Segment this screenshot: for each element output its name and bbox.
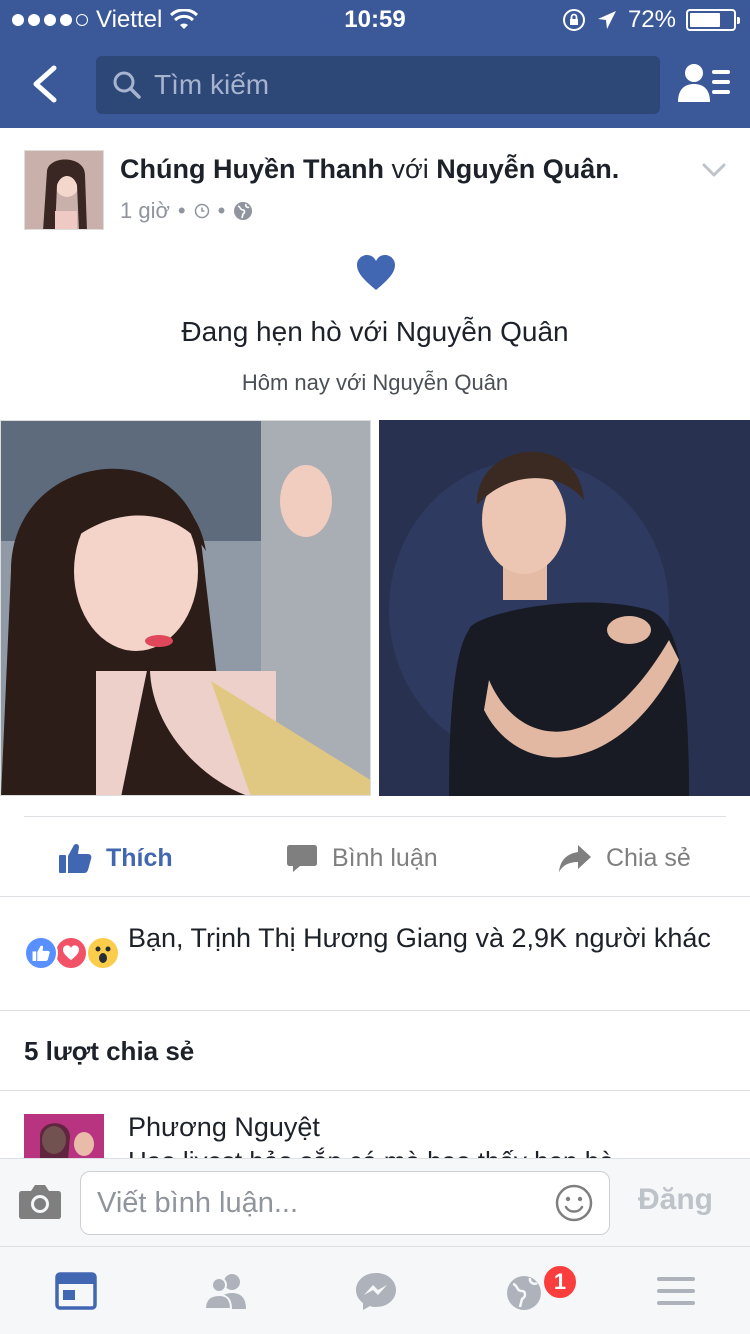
- photo-left[interactable]: [0, 420, 371, 796]
- camera-icon[interactable]: [18, 1181, 62, 1221]
- avatar-image: [25, 151, 103, 229]
- status-right: 72%: [562, 6, 740, 34]
- love-reaction-icon: [54, 936, 88, 970]
- notifications-badge: 1: [542, 1264, 578, 1300]
- post-title: Chúng Huyền Thanh với Nguyễn Quân.: [120, 154, 619, 185]
- share-arrow-icon: [559, 845, 591, 872]
- notifications-globe-icon[interactable]: [504, 1271, 548, 1311]
- rotation-lock-icon: [562, 9, 585, 31]
- comment-input[interactable]: Viết bình luận...: [80, 1171, 610, 1235]
- chevron-down-icon[interactable]: [702, 162, 726, 178]
- post-meta: 1 giờ • •: [120, 198, 253, 224]
- location-arrow-icon: [597, 11, 616, 29]
- globe-icon: [234, 202, 253, 220]
- author-avatar[interactable]: [24, 150, 104, 230]
- share-button[interactable]: Chia sẻ: [558, 838, 691, 878]
- life-event-subtitle: Hôm nay với Nguyễn Quân: [241, 370, 509, 395]
- bottom-tab-bar: [0, 1246, 750, 1334]
- divider: [0, 1010, 750, 1011]
- menu-icon[interactable]: [654, 1271, 698, 1311]
- battery-percent: 72%: [627, 6, 676, 33]
- commenter-avatar-image: [24, 1114, 104, 1160]
- heart-icon: [357, 255, 395, 290]
- status-bar: Viettel 10:59 72%: [0, 0, 750, 40]
- tagged-name[interactable]: Nguyễn Quân.: [436, 154, 619, 184]
- comment-button[interactable]: Bình luận: [286, 838, 438, 878]
- comment-icon: [287, 845, 317, 872]
- shares-count[interactable]: 5 lượt chia sẻ: [24, 1036, 194, 1067]
- post-time[interactable]: 1 giờ: [120, 198, 170, 224]
- thumbs-up-icon: [59, 843, 92, 873]
- author-name[interactable]: Chúng Huyền Thanh: [120, 154, 384, 184]
- comment-text: Hạo livest bảo sắp có mà hạo thấy hẹn hò: [128, 1146, 614, 1158]
- photo-right[interactable]: [379, 420, 750, 796]
- with-word: với: [391, 154, 429, 184]
- emoji-icon[interactable]: [554, 1183, 594, 1223]
- reaction-icons[interactable]: [24, 936, 124, 972]
- wow-reaction-icon: [86, 936, 120, 970]
- commenter-name[interactable]: Phương Nguyệt: [128, 1112, 320, 1143]
- back-icon[interactable]: [26, 62, 66, 106]
- search-icon: [113, 71, 141, 99]
- comment-label: Bình luận: [332, 843, 438, 872]
- photo-right-image: [379, 420, 750, 796]
- search-placeholder: Tìm kiếm: [154, 69, 270, 100]
- like-button[interactable]: Thích: [58, 838, 173, 878]
- battery-icon: [686, 9, 740, 31]
- post-comment-button[interactable]: Đăng: [638, 1183, 713, 1217]
- battery-fill: [690, 13, 721, 27]
- divider: [0, 896, 750, 897]
- commenter-avatar[interactable]: [24, 1114, 104, 1160]
- divider: [24, 816, 726, 817]
- meta-separator: •: [217, 198, 226, 223]
- like-reaction-icon: [24, 936, 58, 970]
- news-feed-icon[interactable]: [54, 1271, 98, 1311]
- top-bar: Viettel 10:59 72% Tìm kiếm: [0, 0, 750, 128]
- clock-icon: [194, 203, 209, 219]
- friend-requests-icon[interactable]: [204, 1271, 248, 1311]
- share-label: Chia sẻ: [606, 843, 691, 872]
- search-input[interactable]: Tìm kiếm: [96, 56, 660, 114]
- reactions-summary[interactable]: Bạn, Trịnh Thị Hương Giang và 2,9K người…: [128, 922, 728, 954]
- divider: [0, 1090, 750, 1091]
- friend-list-icon[interactable]: [676, 62, 732, 106]
- comment-composer: Viết bình luận... Đăng: [0, 1158, 750, 1246]
- messenger-icon[interactable]: [354, 1271, 398, 1311]
- photo-left-image: [1, 421, 370, 795]
- life-event-title: Đang hẹn hò với Nguyễn Quân: [181, 316, 569, 347]
- meta-separator: •: [177, 198, 186, 223]
- like-label: Thích: [106, 843, 173, 872]
